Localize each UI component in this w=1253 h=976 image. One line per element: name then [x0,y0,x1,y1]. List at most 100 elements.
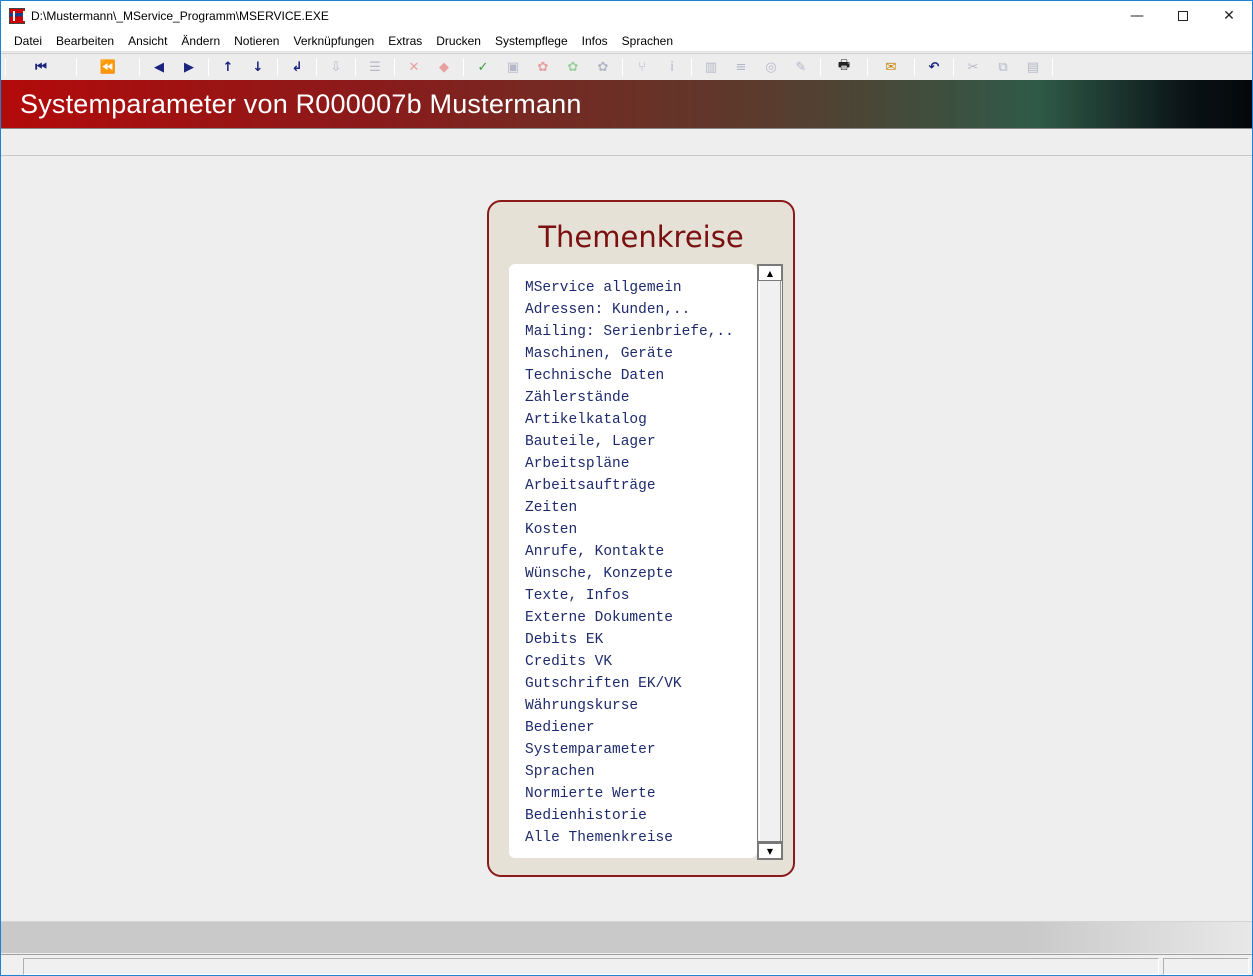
info-button[interactable]: ⅰ [657,56,687,78]
eye-icon: ◎ [765,59,777,75]
prev-record-button[interactable]: ◀ [144,56,174,78]
erase-button[interactable]: ◆ [429,56,459,78]
list-item[interactable]: Bedienhistorie [525,805,757,827]
list-item[interactable]: Credits VK [525,651,757,673]
paste-icon: ▤ [1026,59,1040,75]
close-icon: ✕ [1223,8,1235,24]
toolbar-separator [622,58,623,76]
branch-button[interactable]: ⑂ [627,56,657,78]
list-item[interactable]: Systemparameter [525,739,757,761]
prev-page-button[interactable]: ⏪ [81,56,135,78]
link-button-2[interactable]: ✿ [558,56,588,78]
list-item[interactable]: Bediener [525,717,757,739]
link-icon: ✿ [567,59,579,75]
window-controls: — ✕ [1114,1,1252,31]
compare-button[interactable]: ▥ [696,56,726,78]
list-item[interactable]: Mailing: Serienbriefe,.. [525,321,757,343]
list-item[interactable]: Bauteile, Lager [525,431,757,453]
enter-button[interactable]: ↲ [282,56,312,78]
next-record-button[interactable]: ▶ [174,56,204,78]
app-window: D:\Mustermann\_MService_Programm\MSERVIC… [0,0,1253,976]
cut-button[interactable]: ✂ [958,56,988,78]
checkmark-icon: ✓ [477,59,489,75]
list-scrollbar[interactable]: ▲ ▼ [757,264,783,860]
list-item[interactable]: Arbeitsaufträge [525,475,757,497]
undo-button[interactable]: ↶ [919,56,949,78]
list-item[interactable]: Sprachen [525,761,757,783]
paste-button[interactable]: ▤ [1018,56,1048,78]
topics-list[interactable]: MService allgemein Adressen: Kunden,.. M… [509,264,757,858]
import-icon: ⇩ [330,59,342,75]
list-button[interactable]: ☰ [360,56,390,78]
list-item[interactable]: Adressen: Kunden,.. [525,299,757,321]
list-item[interactable]: Maschinen, Geräte [525,343,757,365]
menu-ansicht[interactable]: Ansicht [121,31,174,51]
list-item[interactable]: Texte, Infos [525,585,757,607]
list-item[interactable]: Kosten [525,519,757,541]
list-item[interactable]: Alle Themenkreise [525,827,757,849]
list-item[interactable]: Währungskurse [525,695,757,717]
list-item[interactable]: Zeiten [525,497,757,519]
list-item[interactable]: Anrufe, Kontakte [525,541,757,563]
pencil-icon: ✎ [795,59,807,75]
scrollbar-thumb[interactable] [759,281,781,843]
list-item[interactable]: Technische Daten [525,365,757,387]
scroll-down-button[interactable]: ▼ [758,843,782,859]
list-item[interactable]: Gutschriften EK/VK [525,673,757,695]
delete-button[interactable]: ✕ [399,56,429,78]
menu-sprachen[interactable]: Sprachen [615,31,680,51]
scrollbar-track[interactable]: ▲ ▼ [757,264,783,860]
menu-infos[interactable]: Infos [575,31,615,51]
list-item[interactable]: MService allgemein [525,277,757,299]
maximize-icon [1178,11,1188,21]
menu-datei[interactable]: Datei [1,31,49,51]
view-button[interactable]: ◎ [756,56,786,78]
list-item[interactable]: Arbeitspläne [525,453,757,475]
link-button-3[interactable]: ✿ [588,56,618,78]
move-up-button[interactable]: ↑ [213,56,243,78]
import-button[interactable]: ⇩ [321,56,351,78]
arrow-right-icon: ▶ [184,59,194,75]
maximize-button[interactable] [1160,1,1206,31]
lines-button[interactable]: ≡ [726,56,756,78]
save-button[interactable]: ▣ [498,56,528,78]
menu-extras[interactable]: Extras [381,31,429,51]
move-down-button[interactable]: ↓ [243,56,273,78]
toolbar-separator [867,58,868,76]
lines-icon: ≡ [735,59,747,75]
menu-bearbeiten[interactable]: Bearbeiten [49,31,121,51]
toolbar-separator [691,58,692,76]
menu-bar: Datei Bearbeiten Ansicht Ändern Notieren… [1,31,1252,52]
mail-button[interactable]: ✉ [872,56,910,78]
triangle-up-icon: ▲ [766,268,774,278]
menu-notieren[interactable]: Notieren [227,31,286,51]
list-item[interactable]: Artikelkatalog [525,409,757,431]
scissors-icon: ✂ [967,59,979,75]
link-button-1[interactable]: ✿ [528,56,558,78]
toolbar-separator [463,58,464,76]
confirm-button[interactable]: ✓ [468,56,498,78]
list-item[interactable]: Normierte Werte [525,783,757,805]
menu-verknuepfungen[interactable]: Verknüpfungen [286,31,381,51]
app-icon[interactable] [9,8,25,24]
first-record-button[interactable]: ⏮ [10,56,72,78]
menu-systempflege[interactable]: Systempflege [488,31,575,51]
list-item[interactable]: Externe Dokumente [525,607,757,629]
toolbar-separator [277,58,278,76]
minimize-icon: — [1130,8,1144,24]
window-title: D:\Mustermann\_MService_Programm\MSERVIC… [31,9,329,23]
edit-button[interactable]: ✎ [786,56,816,78]
scroll-up-button[interactable]: ▲ [758,265,782,281]
arrow-up-icon: ↑ [222,59,234,75]
list-item[interactable]: Wünsche, Konzepte [525,563,757,585]
menu-aendern[interactable]: Ändern [174,31,227,51]
panel-title: Themenkreise [538,220,744,254]
list-item[interactable]: Debits EK [525,629,757,651]
close-button[interactable]: ✕ [1206,1,1252,31]
copy-button[interactable]: ⧉ [988,56,1018,78]
menu-drucken[interactable]: Drucken [429,31,488,51]
list-item[interactable]: Zählerstände [525,387,757,409]
toolbar-separator [1052,58,1053,76]
minimize-button[interactable]: — [1114,1,1160,31]
print-button[interactable]: 🖶 [825,56,863,78]
